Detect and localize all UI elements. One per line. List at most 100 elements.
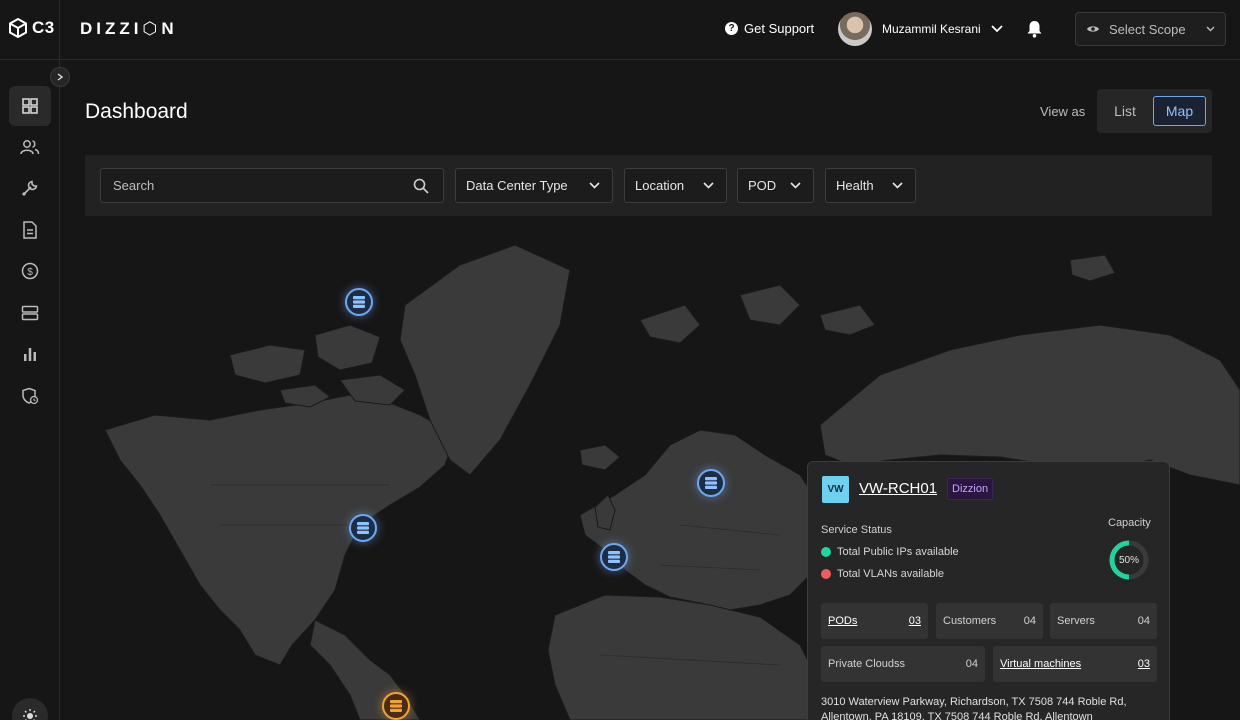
support-label: Get Support: [744, 21, 815, 36]
public-ips-status: Total Public IPs available: [821, 546, 959, 558]
stat-label: Total VLANs available: [837, 568, 945, 580]
data-center-type-dropdown[interactable]: Data Center Type: [455, 168, 613, 203]
customers-metric: Customers 04: [936, 603, 1043, 639]
metric-label: Customers: [943, 615, 997, 627]
sidebar-collapse-button[interactable]: [50, 67, 70, 87]
pod-dropdown[interactable]: POD: [737, 168, 814, 203]
datacenter-pin[interactable]: [349, 514, 377, 542]
chevron-down-icon: [790, 182, 801, 189]
chevron-down-icon: [1206, 26, 1215, 32]
metric-label: Servers: [1057, 615, 1095, 627]
eye-icon: [1087, 26, 1099, 32]
stat-label: Total Public IPs available: [837, 546, 959, 558]
sidebar-item-reports[interactable]: [9, 334, 51, 374]
sidebar-item-tools[interactable]: [9, 168, 51, 208]
help-icon: ?: [725, 22, 738, 35]
dashboard-icon: [22, 98, 38, 114]
avatar: [838, 12, 872, 46]
chevron-down-icon: [892, 182, 903, 189]
metric-label: PODs: [828, 615, 858, 627]
dropdown-label: Health: [836, 178, 874, 193]
scope-label: Select Scope: [1109, 21, 1186, 37]
metric-value: 04: [1023, 615, 1036, 627]
brand-name[interactable]: DIZZI⬡N: [80, 19, 178, 39]
sidebar-item-security[interactable]: [9, 376, 51, 416]
datacenter-address: 3010 Waterview Parkway, Richardson, TX 7…: [821, 696, 1127, 720]
search-box: [100, 168, 444, 203]
servers-icon: [21, 305, 39, 321]
datacenter-pin[interactable]: [697, 469, 725, 497]
virtual-machines-metric-link[interactable]: Virtual machines 03: [993, 646, 1157, 682]
top-bar: C3 DIZZI⬡N ? Get Support Muzammil Kesran…: [0, 0, 1240, 60]
dropdown-label: Location: [635, 178, 685, 193]
cube-logo-icon: [9, 18, 27, 38]
sun-icon: [23, 709, 37, 720]
view-toggle: List Map: [1097, 89, 1212, 133]
user-name: Muzammil Kesrani: [882, 22, 981, 36]
filter-bar: Data Center Type Location POD Health: [85, 155, 1212, 216]
server-stack-icon: [357, 522, 369, 534]
vlans-status: Total VLANs available: [821, 568, 944, 580]
server-stack-icon: [353, 296, 365, 308]
datacenter-pin[interactable]: [600, 543, 628, 571]
svg-text:$: $: [27, 267, 33, 278]
capacity-label: Capacity: [1108, 517, 1151, 529]
user-menu[interactable]: Muzammil Kesrani: [838, 12, 1003, 46]
datacenter-info-card: VW VW-RCH01 Dizzion Service Status Total…: [807, 461, 1170, 720]
chevron-right-icon: [57, 73, 63, 81]
page-title: Dashboard: [85, 100, 188, 123]
servers-metric: Servers 04: [1050, 603, 1157, 639]
get-support-link[interactable]: ? Get Support: [725, 21, 814, 36]
provider-tag: Dizzion: [947, 478, 994, 500]
reports-icon: [24, 348, 36, 361]
chevron-down-icon: [703, 182, 714, 189]
service-status-label: Service Status: [821, 524, 892, 536]
metric-value: 03: [908, 615, 921, 627]
view-option-list[interactable]: List: [1105, 96, 1145, 126]
datacenter-title-link[interactable]: VW-RCH01: [859, 480, 937, 497]
datacenter-badge: VW: [822, 476, 849, 503]
search-input[interactable]: [101, 169, 401, 202]
document-icon: [23, 221, 37, 239]
users-icon: [20, 140, 40, 155]
datacenter-pin[interactable]: [345, 288, 373, 316]
server-stack-icon: [705, 477, 717, 489]
metric-value: 04: [965, 658, 978, 670]
bell-icon: [1027, 21, 1042, 38]
search-icon[interactable]: [413, 178, 429, 194]
dropdown-label: POD: [748, 178, 777, 193]
sidebar-item-dashboard[interactable]: [9, 86, 51, 126]
notifications-button[interactable]: [1026, 20, 1043, 43]
shield-clock-icon: [22, 387, 39, 405]
sidebar-item-documents[interactable]: [9, 210, 51, 250]
dropdown-label: Data Center Type: [466, 178, 568, 193]
sidebar-item-servers[interactable]: [9, 293, 51, 333]
capacity-value: 50%: [1118, 554, 1139, 566]
sidebar-item-billing[interactable]: $: [9, 251, 51, 291]
private-clouds-metric: Private Cloudss 04: [821, 646, 985, 682]
metric-value: 04: [1137, 615, 1150, 627]
server-stack-icon: [390, 700, 402, 712]
health-dropdown[interactable]: Health: [825, 168, 916, 203]
status-dot-green: [821, 547, 831, 557]
location-dropdown[interactable]: Location: [624, 168, 727, 203]
metric-value: 03: [1137, 658, 1150, 670]
datacenter-pin-warning[interactable]: [382, 692, 410, 720]
view-option-map[interactable]: Map: [1153, 96, 1206, 126]
metric-label: Private Cloudss: [828, 658, 906, 670]
chevron-down-icon: [589, 182, 600, 189]
c3-logo[interactable]: C3: [8, 18, 55, 38]
sidebar-item-users[interactable]: [9, 127, 51, 167]
status-dot-red: [821, 569, 831, 579]
billing-icon: $: [21, 262, 39, 280]
tools-icon: [21, 180, 38, 197]
server-stack-icon: [608, 551, 620, 563]
view-as-label: View as: [1040, 104, 1086, 119]
metric-label: Virtual machines: [1000, 658, 1082, 670]
select-scope-dropdown[interactable]: Select Scope: [1075, 12, 1226, 46]
pods-metric-link[interactable]: PODs 03: [821, 603, 928, 639]
chevron-down-icon: [991, 25, 1003, 33]
logo-text: C3: [32, 18, 55, 37]
theme-toggle-button[interactable]: [12, 698, 48, 720]
capacity-gauge: 50%: [1107, 538, 1151, 582]
